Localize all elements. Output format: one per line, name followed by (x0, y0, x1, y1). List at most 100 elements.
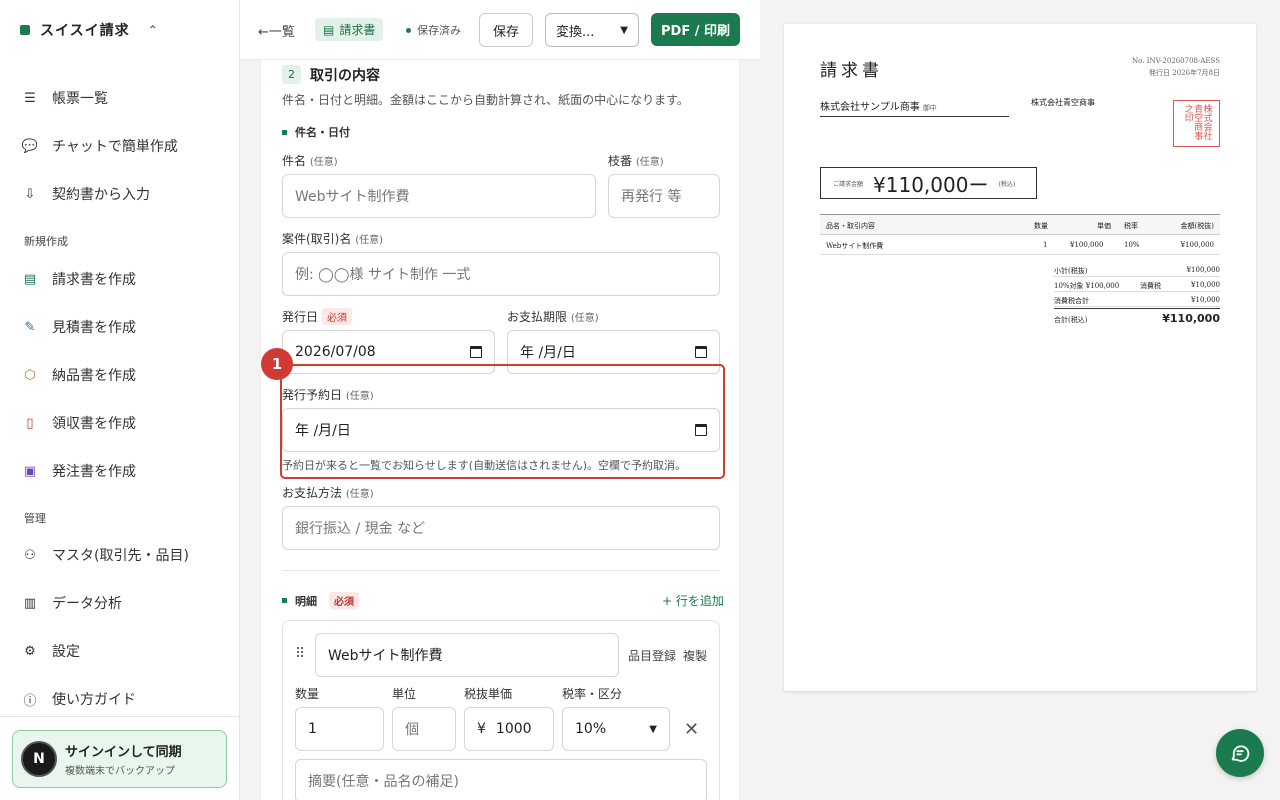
header-amount: 金額(税抜) (1180, 222, 1214, 230)
chat-bubble-icon (1231, 745, 1250, 762)
tax-rate-select[interactable]: 10% ▼ (562, 707, 670, 751)
invoice-icon: ▤ (23, 271, 37, 287)
scheduled-date-input[interactable]: 年 /月/日 (282, 408, 720, 452)
case-placeholder: 例: ◯◯様 サイト制作 一式 (295, 267, 471, 283)
line-name-input[interactable]: Webサイト制作費 (315, 633, 619, 677)
tax-incl-label: (税込) (998, 180, 1016, 188)
subhead-lines: 明細 必須 (282, 592, 359, 609)
section-title: 取引の内容 (310, 68, 380, 84)
optional-tag: (任意) (309, 157, 338, 168)
subject-input[interactable]: Webサイト制作費 (282, 174, 596, 218)
sidebar-item-chat-create[interactable]: 💬 チャットで簡単作成 (22, 136, 178, 156)
convert-select-value: 変換... (556, 24, 595, 40)
preview-table-row: Webサイト制作費 1 ¥100,000 10% ¥100,000 (820, 235, 1220, 255)
qty-label: 数量 (295, 687, 320, 701)
memo-input[interactable]: 摘要(任意・品名の補足) (295, 759, 707, 800)
tax-label: 税率・区分 (562, 687, 623, 701)
sidebar-item-create-invoice[interactable]: ▤ 請求書を作成 (22, 269, 136, 289)
memo-placeholder: 摘要(任意・品名の補足) (308, 774, 459, 790)
chat-fab-button[interactable] (1216, 729, 1264, 777)
sidebar-item-analytics[interactable]: ▥ データ分析 (22, 593, 122, 613)
calendar-icon[interactable] (695, 424, 707, 436)
label-text: 枝番 (608, 154, 633, 168)
help-icon: ⓘ (23, 693, 37, 709)
drag-handle-icon[interactable]: ⠿ (295, 646, 305, 662)
estimate-icon: ✎ (24, 319, 36, 335)
label-text: 発行日 (282, 310, 319, 324)
label-text: 案件(取引)名 (282, 232, 352, 246)
status-dot-icon (406, 27, 411, 33)
row-qty: 1 (1043, 241, 1048, 249)
user-icon: ⚇ (24, 547, 36, 563)
invoice-icon: ▤ (323, 22, 335, 37)
sidebar-item-create-order[interactable]: ▣ 発注書を作成 (22, 461, 136, 481)
workspace-switcher[interactable]: スイスイ請求 ⌃ (20, 20, 159, 40)
amount-value: ¥110,000ー (873, 172, 989, 197)
line-name-value: Webサイト制作費 (328, 648, 443, 664)
invoice-preview: 請求書 No. INV-20260708-AESS 発行日 2026年7月8日 … (784, 24, 1256, 691)
scheduled-date-label: 発行予約日 (任意) (282, 386, 374, 403)
subject-label: 件名 (任意) (282, 152, 338, 169)
subject-placeholder: Webサイト制作費 (295, 189, 410, 205)
chart-icon: ▥ (23, 595, 37, 611)
required-badge: 必須 (329, 592, 359, 609)
calendar-icon[interactable] (470, 346, 482, 358)
editor-toolbar: ←一覧 ▤ 請求書 保存済み 保存 変換... ▼ PDF / 印刷 (240, 0, 760, 60)
preview-table-header: 品名・取引内容 数量 単価 税率 金額(税抜) (820, 214, 1220, 235)
header-price: 単価 (1097, 222, 1111, 230)
label-text: お支払期限 (507, 310, 568, 324)
sidebar-item-guide[interactable]: ⓘ 使い方ガイド (22, 689, 136, 709)
preview-tax-total: 消費税合計 ¥10,000 (1054, 292, 1220, 307)
header-item: 品名・取引内容 (826, 222, 875, 230)
pdf-print-button[interactable]: PDF / 印刷 (651, 13, 740, 46)
add-row-button[interactable]: + 行を追加 (662, 592, 724, 609)
section-description: 件名・日付と明細。金額はここから自動計算され、紙面の中心になります。 (282, 93, 689, 107)
calendar-icon[interactable] (695, 346, 707, 358)
register-item-button[interactable]: 品目登録 (628, 647, 676, 664)
sidebar-item-master[interactable]: ⚇ マスタ(取引先・品目) (22, 545, 189, 565)
save-button[interactable]: 保存 (479, 13, 533, 47)
branch-label: 枝番 (任意) (608, 152, 664, 169)
brand-logo-icon (20, 25, 30, 35)
case-input[interactable]: 例: ◯◯様 サイト制作 一式 (282, 252, 720, 296)
sidebar-item-contract-import[interactable]: ⇩ 契約書から入力 (22, 184, 150, 204)
scheduled-date-value: 年 /月/日 (295, 423, 351, 439)
sidebar-item-label: 見積書を作成 (52, 320, 136, 336)
branch-input[interactable]: 再発行 等 (608, 174, 720, 218)
payment-input[interactable]: 銀行振込 / 現金 など (282, 506, 720, 550)
sidebar-item-documents[interactable]: ☰ 帳票一覧 (22, 88, 108, 108)
sidebar-item-create-delivery[interactable]: ⬡ 納品書を作成 (22, 365, 136, 385)
unit-input[interactable]: 個 (392, 707, 456, 751)
remove-line-icon[interactable]: ✕ (684, 719, 699, 740)
list-icon: ☰ (24, 90, 36, 106)
preview-subtotal: 小計(税抜) ¥100,000 (1054, 262, 1220, 277)
duplicate-line-button[interactable]: 複製 (683, 647, 707, 664)
preview-issuer: 株式会社青空商事 (1031, 98, 1095, 107)
sidebar-item-label: 使い方ガイド (52, 692, 136, 708)
sidebar-item-label: マスタ(取引先・品目) (52, 548, 189, 564)
qty-value: 1 (308, 721, 317, 737)
due-date-value: 年 /月/日 (520, 345, 576, 361)
amount-label: ご請求金額 (833, 180, 864, 188)
price-input[interactable]: ¥ 1000 (464, 707, 554, 751)
file-import-icon: ⇩ (24, 186, 36, 202)
sidebar-item-settings[interactable]: ⚙ 設定 (22, 641, 80, 661)
qty-input[interactable]: 1 (295, 707, 384, 751)
preview-meta: No. INV-20260708-AESS 発行日 2026年7月8日 (1132, 56, 1220, 80)
back-to-list-link[interactable]: ←一覧 (258, 21, 295, 40)
sidebar-item-label: 設定 (52, 644, 80, 660)
sidebar-item-label: 領収書を作成 (52, 416, 136, 432)
price-label: 税抜単価 (464, 687, 513, 701)
invoice-number: No. INV-20260708-AESS (1132, 57, 1220, 65)
sidebar: スイスイ請求 ⌃ ☰ 帳票一覧 💬 チャットで簡単作成 ⇩ 契約書から入力 新規… (0, 0, 240, 800)
preview-tax-10: 10%対象 ¥100,000 消費税 ¥10,000 (1054, 277, 1220, 292)
section-divider (282, 570, 720, 571)
row-amount: ¥100,000 (1180, 241, 1214, 249)
tax10-label2: 消費税 (1140, 282, 1161, 290)
signin-sync-button[interactable]: N サインインして同期 複数端末でバックアップ (12, 730, 227, 788)
sidebar-item-create-estimate[interactable]: ✎ 見積書を作成 (22, 317, 136, 337)
sidebar-item-create-receipt[interactable]: ▯ 領収書を作成 (22, 413, 136, 433)
issue-date-value: 2026/07/08 (295, 344, 376, 360)
tax-total-label: 消費税合計 (1054, 297, 1089, 305)
convert-select[interactable]: 変換... ▼ (545, 13, 639, 47)
